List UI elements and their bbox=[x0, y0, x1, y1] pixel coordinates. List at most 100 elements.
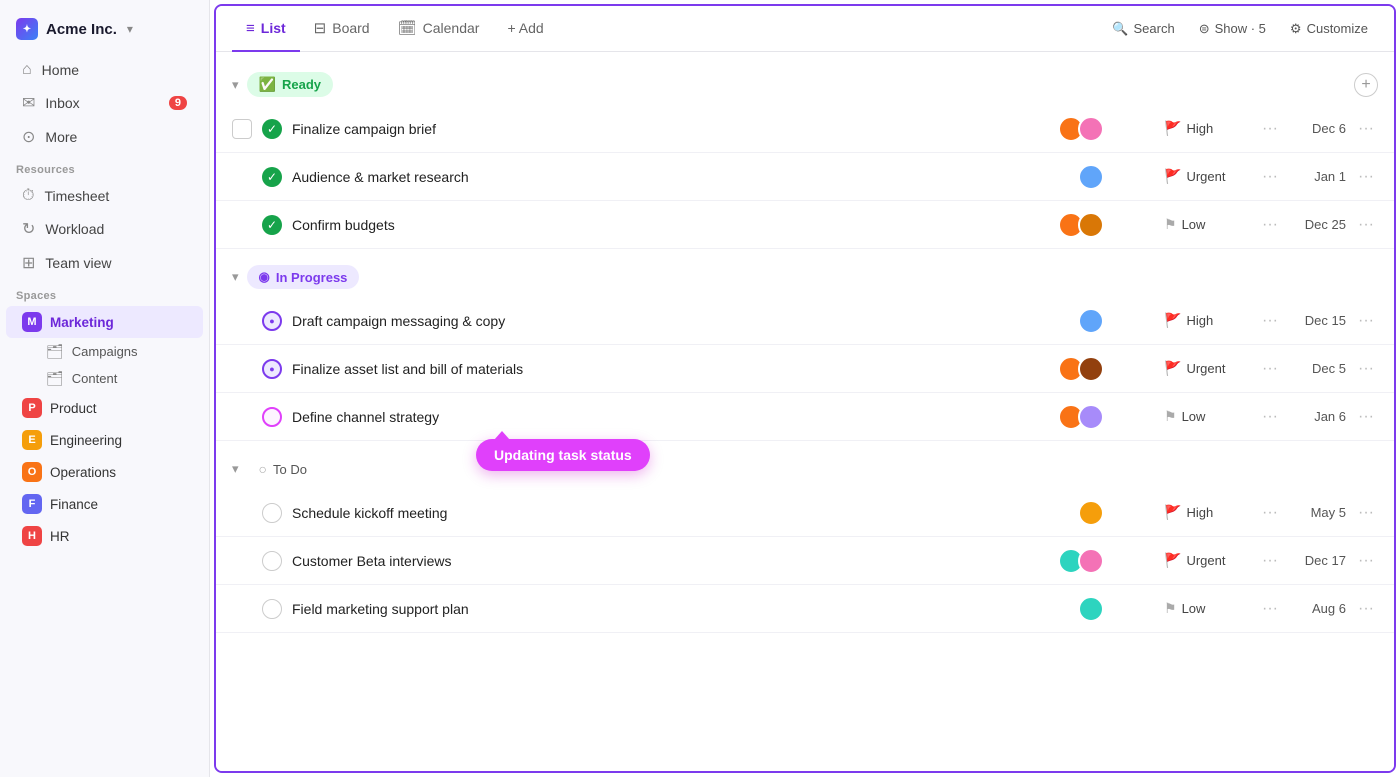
topbar: ≡ List ⊟ Board 🗓 Calendar + Add 🔍 Search… bbox=[216, 6, 1394, 52]
sidebar-item-timesheet[interactable]: ⏱ Timesheet bbox=[6, 180, 203, 212]
task-name: Audience & market research bbox=[292, 169, 1062, 185]
folder-icon: 🗂 bbox=[46, 370, 64, 387]
task-row: Define channel strategy ⚑ Low ··· Jan 6 … bbox=[216, 393, 1394, 441]
section-label: To Do bbox=[273, 462, 307, 477]
sidebar-item-home[interactable]: ⌂ Home bbox=[6, 54, 203, 86]
app-name: Acme Inc. bbox=[46, 21, 117, 38]
task-avatars bbox=[1058, 404, 1104, 430]
section-add-button[interactable]: + bbox=[1354, 73, 1378, 97]
todo-icon: ○ bbox=[259, 461, 267, 477]
task-priority: 🚩 Urgent bbox=[1164, 360, 1254, 377]
priority-label: Urgent bbox=[1186, 361, 1225, 376]
section-pill-inprogress: ◉ In Progress bbox=[247, 265, 360, 289]
task-row: Customer Beta interviews 🚩 Urgent ··· De… bbox=[216, 537, 1394, 585]
task-more-button[interactable]: ··· bbox=[1354, 312, 1378, 330]
task-more-button[interactable]: ··· bbox=[1354, 216, 1378, 234]
task-name: Define channel strategy bbox=[292, 409, 1042, 425]
task-more-button[interactable]: ··· bbox=[1354, 168, 1378, 186]
tab-board[interactable]: ⊟ Board bbox=[300, 6, 384, 52]
task-status-todo-icon[interactable] bbox=[262, 503, 282, 523]
tab-add[interactable]: + Add bbox=[493, 6, 557, 52]
task-avatars bbox=[1058, 116, 1104, 142]
section-header-ready[interactable]: ▾ ✅ Ready + bbox=[216, 64, 1394, 105]
task-options-dots[interactable]: ··· bbox=[1254, 168, 1286, 186]
task-status-todo-icon[interactable] bbox=[262, 551, 282, 571]
task-more-button[interactable]: ··· bbox=[1354, 552, 1378, 570]
task-status-done-icon[interactable]: ✓ bbox=[262, 167, 282, 187]
customize-label: Customize bbox=[1307, 21, 1368, 36]
sidebar-item-product[interactable]: P Product bbox=[6, 392, 203, 424]
caret-icon: ▾ bbox=[232, 77, 239, 93]
sidebar-item-inbox[interactable]: ✉ Inbox 9 bbox=[6, 86, 203, 120]
sidebar: ✦ Acme Inc. ▾ ⌂ Home ✉ Inbox 9 ⊙ More Re… bbox=[0, 0, 210, 777]
tab-label: Board bbox=[332, 20, 369, 36]
task-more-button[interactable]: ··· bbox=[1354, 408, 1378, 426]
task-more-button[interactable]: ··· bbox=[1354, 600, 1378, 618]
task-checkbox[interactable] bbox=[232, 119, 252, 139]
customize-button[interactable]: ⚙ Customize bbox=[1280, 16, 1378, 42]
task-options-dots[interactable]: ··· bbox=[1254, 216, 1286, 234]
sidebar-item-teamview[interactable]: ⊞ Team view bbox=[6, 246, 203, 280]
space-label: Product bbox=[50, 401, 97, 416]
priority-label: Urgent bbox=[1186, 553, 1225, 568]
task-more-button[interactable]: ··· bbox=[1354, 504, 1378, 522]
tab-label: Calendar bbox=[423, 20, 480, 36]
task-name: Finalize asset list and bill of material… bbox=[292, 361, 1042, 377]
priority-label: High bbox=[1186, 121, 1213, 136]
section-header-inprogress[interactable]: ▾ ◉ In Progress bbox=[216, 257, 1394, 297]
priority-flag-icon: 🚩 bbox=[1164, 120, 1181, 137]
main-content: ≡ List ⊟ Board 🗓 Calendar + Add 🔍 Search… bbox=[214, 4, 1396, 773]
tab-list[interactable]: ≡ List bbox=[232, 6, 300, 52]
task-more-button[interactable]: ··· bbox=[1354, 120, 1378, 138]
task-name: Field marketing support plan bbox=[292, 601, 1062, 617]
workload-icon: ↻ bbox=[22, 219, 35, 239]
search-button[interactable]: 🔍 Search bbox=[1102, 16, 1184, 42]
avatar bbox=[1078, 116, 1104, 142]
sidebar-item-workload[interactable]: ↻ Workload bbox=[6, 212, 203, 246]
task-options-dots[interactable]: ··· bbox=[1254, 408, 1286, 426]
sidebar-item-hr[interactable]: H HR bbox=[6, 520, 203, 552]
sidebar-item-label: More bbox=[45, 129, 77, 145]
task-options-dots[interactable]: ··· bbox=[1254, 552, 1286, 570]
sidebar-item-label: Inbox bbox=[45, 95, 79, 111]
tab-calendar[interactable]: 🗓 Calendar bbox=[384, 6, 494, 52]
task-options-dots[interactable]: ··· bbox=[1254, 600, 1286, 618]
task-status-done-icon[interactable]: ✓ bbox=[262, 215, 282, 235]
sidebar-item-engineering[interactable]: E Engineering bbox=[6, 424, 203, 456]
task-more-button[interactable]: ··· bbox=[1354, 360, 1378, 378]
space-label: Marketing bbox=[50, 315, 114, 330]
task-options-dots[interactable]: ··· bbox=[1254, 312, 1286, 330]
task-priority: 🚩 High bbox=[1164, 504, 1254, 521]
calendar-icon: 🗓 bbox=[398, 19, 417, 37]
sidebar-item-finance[interactable]: F Finance bbox=[6, 488, 203, 520]
task-avatars bbox=[1078, 596, 1104, 622]
task-options-dots[interactable]: ··· bbox=[1254, 504, 1286, 522]
show-button[interactable]: ⊜ Show · 5 bbox=[1189, 16, 1276, 42]
sidebar-subitem-content[interactable]: 🗂 Content bbox=[6, 365, 203, 392]
task-status-inprogress-icon[interactable]: ● bbox=[262, 359, 282, 379]
operations-icon: O bbox=[22, 462, 42, 482]
avatar bbox=[1078, 356, 1104, 382]
task-date: Dec 15 bbox=[1286, 313, 1346, 328]
task-priority: 🚩 High bbox=[1164, 312, 1254, 329]
sidebar-item-marketing[interactable]: M Marketing bbox=[6, 306, 203, 338]
section-header-todo[interactable]: ▾ ○ To Do bbox=[216, 449, 1394, 489]
task-status-done-icon[interactable]: ✓ bbox=[262, 119, 282, 139]
task-options-dots[interactable]: ··· bbox=[1254, 120, 1286, 138]
task-options-dots[interactable]: ··· bbox=[1254, 360, 1286, 378]
priority-label: Low bbox=[1182, 409, 1206, 424]
priority-flag-icon: ⚑ bbox=[1164, 216, 1177, 233]
task-row: ● Finalize asset list and bill of materi… bbox=[216, 345, 1394, 393]
task-row: ● Draft campaign messaging & copy 🚩 High… bbox=[216, 297, 1394, 345]
task-priority: 🚩 Urgent bbox=[1164, 168, 1254, 185]
task-area: ▾ ✅ Ready + ✓ Finalize campaign brief 🚩 … bbox=[216, 52, 1394, 771]
sidebar-item-operations[interactable]: O Operations bbox=[6, 456, 203, 488]
inbox-badge: 9 bbox=[169, 96, 187, 110]
task-priority: ⚑ Low bbox=[1164, 408, 1254, 425]
task-status-todo-icon[interactable] bbox=[262, 599, 282, 619]
task-status-inprogress-icon[interactable]: ● bbox=[262, 311, 282, 331]
sidebar-item-more[interactable]: ⊙ More bbox=[6, 120, 203, 154]
task-status-inprogress-icon[interactable] bbox=[262, 407, 282, 427]
sidebar-subitem-campaigns[interactable]: 🗂 Campaigns bbox=[6, 338, 203, 365]
app-logo[interactable]: ✦ Acme Inc. ▾ bbox=[0, 12, 209, 54]
